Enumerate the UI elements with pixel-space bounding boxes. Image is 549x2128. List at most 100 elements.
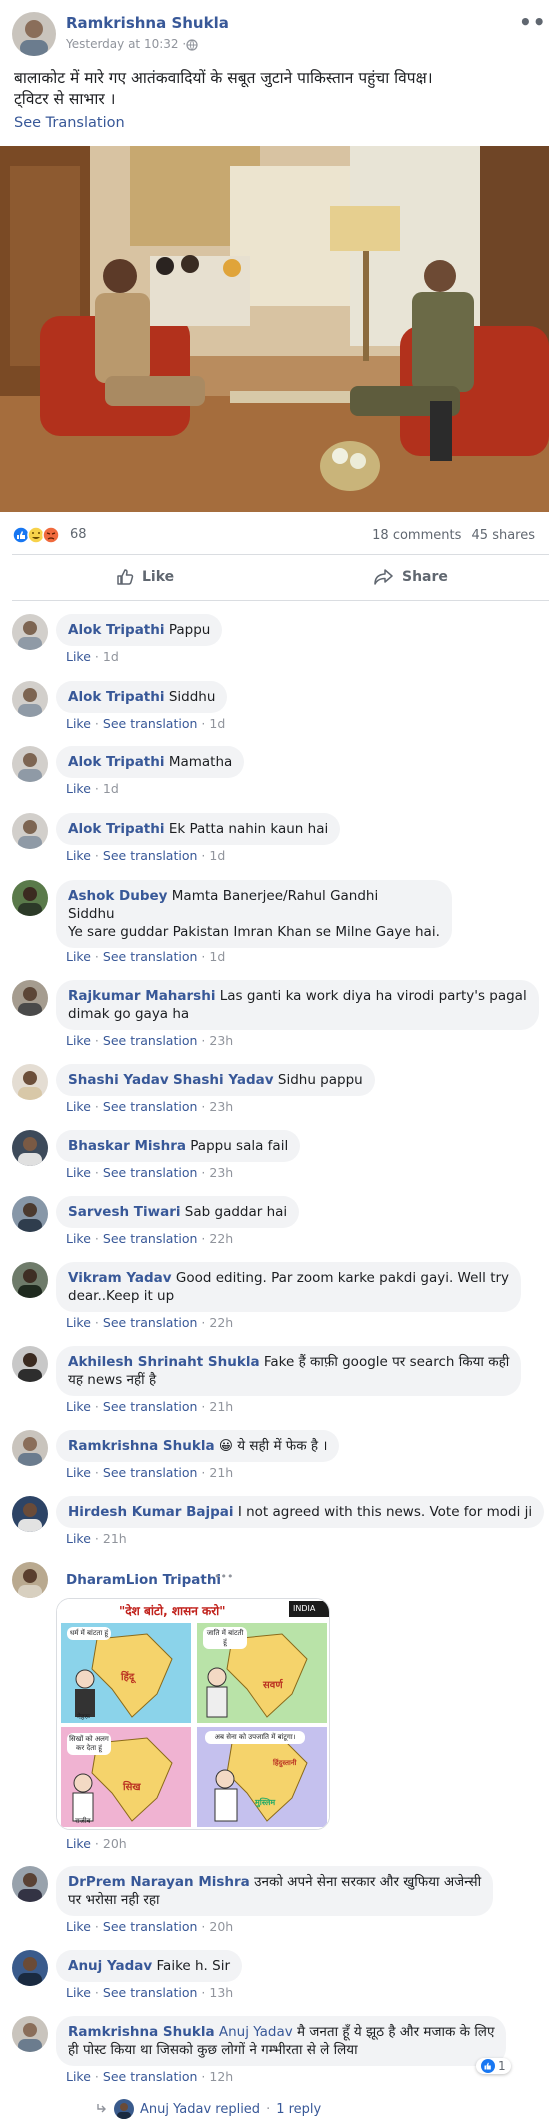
post-options-button[interactable]: ••• — [519, 12, 549, 32]
comment-time[interactable]: 1d — [103, 781, 119, 796]
comment-time[interactable]: 1d — [209, 949, 225, 964]
comment-like-link[interactable]: Like — [66, 1985, 91, 2000]
reaction-icons[interactable] — [12, 526, 64, 544]
comment-time[interactable]: 1d — [103, 649, 119, 664]
comment-like-link[interactable]: Like — [66, 1315, 91, 1330]
commenter-avatar[interactable] — [12, 1866, 48, 1902]
comment-options-button[interactable]: ••• — [214, 1570, 233, 1583]
commenter-avatar[interactable] — [12, 1064, 48, 1100]
see-translation-link[interactable]: See Translation — [14, 115, 125, 131]
commenter-avatar[interactable] — [12, 1346, 48, 1382]
commenter-name[interactable]: Anuj Yadav — [68, 1958, 152, 1974]
comment-like-link[interactable]: Like — [66, 1836, 91, 1851]
comment-see-translation[interactable]: See translation — [103, 1165, 198, 1180]
commenter-avatar[interactable] — [12, 681, 48, 717]
comment-like-link[interactable]: Like — [66, 1099, 91, 1114]
comment-see-translation[interactable]: See translation — [103, 1231, 198, 1246]
comment-like-link[interactable]: Like — [66, 1165, 91, 1180]
reaction-count[interactable]: 68 — [70, 527, 87, 542]
comment-time[interactable]: 21h — [209, 1399, 233, 1414]
commenter-name[interactable]: Sarvesh Tiwari — [68, 1204, 181, 1220]
commenter-avatar[interactable] — [12, 2016, 48, 2052]
commenter-avatar[interactable] — [12, 1130, 48, 1166]
comment-like-link[interactable]: Like — [66, 1033, 91, 1048]
comment-see-translation[interactable]: See translation — [103, 1919, 198, 1934]
commenter-avatar[interactable] — [12, 1950, 48, 1986]
comment-like-link[interactable]: Like — [66, 781, 91, 796]
commenter-name[interactable]: Rajkumar Maharshi — [68, 988, 215, 1004]
commenter-name[interactable]: DrPrem Narayan Mishra — [68, 1874, 250, 1890]
commenter-name[interactable]: Hirdesh Kumar Bajpai — [68, 1504, 234, 1520]
comment-reactions-badge[interactable]: 1 — [476, 2058, 511, 2074]
comment-like-link[interactable]: Like — [66, 1399, 91, 1414]
comment-like-link[interactable]: Like — [66, 1231, 91, 1246]
comment-time[interactable]: 20h — [103, 1836, 127, 1851]
commenter-name[interactable]: Ashok Dubey — [68, 888, 167, 904]
commenter-name[interactable]: Shashi Yadav — [68, 1072, 169, 1088]
comment-like-link[interactable]: Like — [66, 716, 91, 731]
comment-time[interactable]: 12h — [209, 2069, 233, 2084]
commenter-name[interactable]: Alok Tripathi — [68, 689, 165, 705]
commenter-avatar[interactable] — [12, 1430, 48, 1466]
tagged-user[interactable]: Shashi Yadav — [173, 1072, 274, 1088]
commenter-avatar[interactable] — [12, 1262, 48, 1298]
comment-like-link[interactable]: Like — [66, 1919, 91, 1934]
share-button[interactable]: Share — [374, 568, 448, 586]
commenter-avatar[interactable] — [12, 880, 48, 916]
shares-count-link[interactable]: 45 shares — [472, 528, 535, 543]
comment-see-translation[interactable]: See translation — [103, 1315, 198, 1330]
commenter-name[interactable]: Alok Tripathi — [68, 754, 165, 770]
commenter-name[interactable]: Ramkrishna Shukla — [68, 2024, 215, 2040]
comment-time[interactable]: 1d — [209, 848, 225, 863]
comment-like-link[interactable]: Like — [66, 1531, 91, 1546]
comment-see-translation[interactable]: See translation — [103, 716, 198, 731]
tagged-user[interactable]: Anuj Yadav — [219, 2024, 293, 2040]
comment-like-link[interactable]: Like — [66, 949, 91, 964]
comment-time[interactable]: 23h — [209, 1033, 233, 1048]
commenter-avatar[interactable] — [12, 1562, 48, 1598]
view-replies-link[interactable]: Anuj Yadav replied · 1 reply — [96, 2099, 321, 2119]
comment-time[interactable]: 23h — [209, 1099, 233, 1114]
comment-time[interactable]: 1d — [209, 716, 225, 731]
comment-like-link[interactable]: Like — [66, 1465, 91, 1480]
commenter-name[interactable]: Alok Tripathi — [68, 821, 165, 837]
commenter-name[interactable]: Alok Tripathi — [68, 622, 165, 638]
commenter-name[interactable]: Ramkrishna Shukla — [68, 1438, 215, 1454]
comment-see-translation[interactable]: See translation — [103, 1985, 198, 2000]
comment-time[interactable]: 21h — [209, 1465, 233, 1480]
post-photo[interactable] — [0, 146, 549, 512]
comment-see-translation[interactable]: See translation — [103, 1399, 198, 1414]
comment-time[interactable]: 20h — [209, 1919, 233, 1934]
comment-text: Good editing. Par zoom karke pakdi gayi.… — [175, 1270, 510, 1286]
commenter-avatar[interactable] — [12, 746, 48, 782]
comment-like-link[interactable]: Like — [66, 2069, 91, 2084]
cartoon-image[interactable]: "देश बांटो, शासन करो" INDIA धर्म में बां… — [56, 1598, 330, 1830]
comment-time[interactable]: 21h — [103, 1531, 127, 1546]
commenter-name[interactable]: Akhilesh Shrinaht Shukla — [68, 1354, 260, 1370]
commenter-avatar[interactable] — [12, 980, 48, 1016]
comment-see-translation[interactable]: See translation — [103, 949, 198, 964]
comment-time[interactable]: 22h — [209, 1315, 233, 1330]
post-author-name[interactable]: Ramkrishna Shukla — [66, 14, 229, 32]
comment-see-translation[interactable]: See translation — [103, 848, 198, 863]
commenter-avatar[interactable] — [12, 1496, 48, 1532]
comments-count-link[interactable]: 18 comments — [372, 528, 461, 543]
comment-see-translation[interactable]: See translation — [103, 2069, 198, 2084]
commenter-avatar[interactable] — [12, 1196, 48, 1232]
comment-time[interactable]: 23h — [209, 1165, 233, 1180]
comment-like-link[interactable]: Like — [66, 649, 91, 664]
comment-time[interactable]: 22h — [209, 1231, 233, 1246]
commenter-name[interactable]: DharamLion Tripathi — [66, 1572, 221, 1588]
commenter-avatar[interactable] — [12, 813, 48, 849]
post-timestamp[interactable]: Yesterday at 10:32 · — [66, 37, 186, 51]
comment-time[interactable]: 13h — [209, 1985, 233, 2000]
post-author-avatar[interactable] — [12, 12, 56, 56]
comment-see-translation[interactable]: See translation — [103, 1099, 198, 1114]
comment-see-translation[interactable]: See translation — [103, 1465, 198, 1480]
commenter-name[interactable]: Bhaskar Mishra — [68, 1138, 186, 1154]
commenter-name[interactable]: Vikram Yadav — [68, 1270, 172, 1286]
comment-like-link[interactable]: Like — [66, 848, 91, 863]
like-button[interactable]: Like — [116, 568, 174, 586]
comment-see-translation[interactable]: See translation — [103, 1033, 198, 1048]
commenter-avatar[interactable] — [12, 614, 48, 650]
